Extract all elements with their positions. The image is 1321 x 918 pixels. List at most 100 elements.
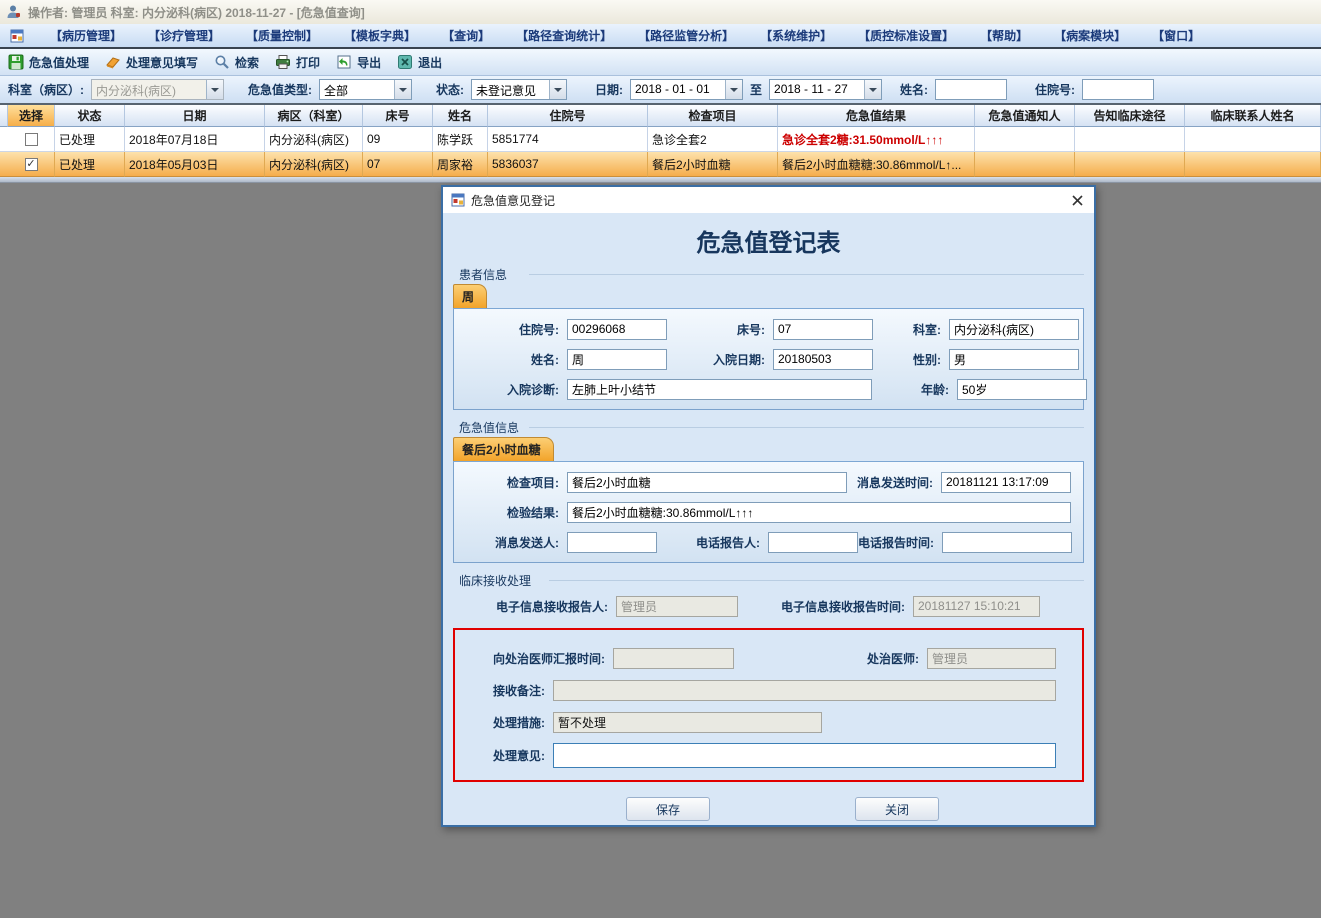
toolbar-label: 处理意见填写 xyxy=(126,55,199,70)
menu-item-case-module[interactable]: 【病案模块】 xyxy=(1054,27,1126,44)
bed-no-field[interactable] xyxy=(773,318,873,340)
age-label: 年龄: xyxy=(921,382,949,397)
report-to-doctor-time-label: 向处治医师汇报时间: xyxy=(493,651,605,666)
dialog-titlebar: 危急值意见登记 xyxy=(443,187,1094,213)
exam-item-field[interactable] xyxy=(567,471,847,493)
date-from-picker[interactable]: 2018 - 01 - 01 xyxy=(630,79,743,100)
close-button[interactable]: 关闭 xyxy=(855,797,939,821)
cell-status: 已处理 xyxy=(55,152,125,177)
row-checkbox-cell[interactable]: ✓ xyxy=(8,152,55,177)
tab-critical-exam[interactable]: 餐后2小时血糖 xyxy=(453,437,554,461)
age-field[interactable] xyxy=(957,378,1087,400)
cell-notify-person xyxy=(975,127,1075,152)
test-result-field[interactable] xyxy=(567,501,1071,523)
bed-no-label: 床号: xyxy=(737,322,765,337)
phone-time-field[interactable] xyxy=(942,531,1072,553)
critical-value-process-button[interactable]: 危急值处理 xyxy=(8,54,89,71)
phone-time-label: 电话报告时间: xyxy=(858,535,934,550)
cell-name: 陈学跃 xyxy=(433,127,488,152)
fill-opinion-button[interactable]: 处理意见填写 xyxy=(105,54,198,71)
column-header-notify-person[interactable]: 危急值通知人 xyxy=(975,105,1075,127)
cell-admission-no: 5836037 xyxy=(488,152,648,177)
cell-date: 2018年07月18日 xyxy=(125,127,265,152)
column-header-name[interactable]: 姓名 xyxy=(433,105,488,127)
checkbox[interactable] xyxy=(24,132,38,146)
dept-field[interactable] xyxy=(949,318,1079,340)
window-title: 操作者: 管理员 科室: 内分泌科(病区) 2018-11-27 - [危急值查… xyxy=(28,5,365,20)
filter-bar: 科室（病区）: 内分泌科(病区) 危急值类型: 全部 状态: 未登记意见 日期:… xyxy=(0,76,1321,105)
column-header-admission-no[interactable]: 住院号 xyxy=(488,105,648,127)
handle-opinion-field[interactable] xyxy=(553,742,1056,768)
eraser-icon xyxy=(106,57,120,69)
gender-field[interactable] xyxy=(949,348,1079,370)
date-to-label: 至 xyxy=(750,83,763,97)
phone-reporter-label: 电话报告人: xyxy=(696,535,760,550)
column-header-status[interactable]: 状态 xyxy=(55,105,125,127)
export-icon xyxy=(337,55,351,69)
e-receive-time-field xyxy=(913,595,1040,617)
msg-time-label: 消息发送时间: xyxy=(857,475,933,490)
admission-filter-label: 住院号: xyxy=(1035,83,1076,97)
toolbar-label: 导出 xyxy=(357,55,382,70)
dialog-body: 危急值登记表 患者信息 周 住院号: 床号: 科室: 姓名: 入院日期: xyxy=(443,213,1094,825)
diagnosis-field[interactable] xyxy=(567,378,872,400)
export-button[interactable]: 导出 xyxy=(336,54,381,71)
menu-item-query[interactable]: 【查询】 xyxy=(442,27,490,44)
column-header-select[interactable]: 选择 xyxy=(8,105,55,127)
column-header-ward[interactable]: 病区（科室） xyxy=(265,105,363,127)
phone-reporter-field[interactable] xyxy=(768,531,858,553)
chevron-down-icon[interactable] xyxy=(394,80,411,99)
cell-bed: 07 xyxy=(363,152,433,177)
column-header-date[interactable]: 日期 xyxy=(125,105,265,127)
menu-item-system-maintenance[interactable]: 【系统维护】 xyxy=(760,27,832,44)
name-filter-label: 姓名: xyxy=(900,83,929,97)
printer-icon xyxy=(276,55,291,69)
row-selector-strip xyxy=(0,105,8,127)
menu-item-path-query-stats[interactable]: 【路径查询统计】 xyxy=(516,27,612,44)
column-header-notify-channel[interactable]: 告知临床途径 xyxy=(1075,105,1185,127)
admission-no-label: 住院号: xyxy=(519,322,559,337)
admission-filter-input[interactable] xyxy=(1082,79,1155,100)
cell-notify-channel xyxy=(1075,127,1185,152)
dept-filter-combobox: 内分泌科(病区) xyxy=(91,79,224,100)
cell-result: 餐后2小时血糖糖:30.86mmol/L↑... xyxy=(778,152,975,177)
admission-no-field[interactable] xyxy=(567,318,667,340)
close-icon[interactable] xyxy=(1068,191,1086,209)
patient-name-field[interactable] xyxy=(567,348,667,370)
chevron-down-icon[interactable] xyxy=(549,80,566,99)
date-to-picker[interactable]: 2018 - 11 - 27 xyxy=(769,79,883,100)
menu-item-qc-standard[interactable]: 【质控标准设置】 xyxy=(858,27,954,44)
dept-filter-value: 内分泌科(病区) xyxy=(96,84,176,98)
critical-tabstrip: 餐后2小时血糖 xyxy=(453,437,1084,462)
menu-item-window[interactable]: 【窗口】 xyxy=(1152,27,1200,44)
save-button[interactable]: 保存 xyxy=(626,797,710,821)
menu-item-template-dict[interactable]: 【模板字典】 xyxy=(344,27,416,44)
column-header-exam[interactable]: 检查项目 xyxy=(648,105,778,127)
row-checkbox-cell[interactable] xyxy=(8,127,55,152)
msg-time-field[interactable] xyxy=(941,471,1071,493)
column-header-result[interactable]: 危急值结果 xyxy=(778,105,975,127)
tab-patient[interactable]: 周 xyxy=(453,284,488,308)
toolbar: 危急值处理 处理意见填写 检索 打印 导出 退出 xyxy=(0,49,1321,76)
menu-item-quality-control[interactable]: 【质量控制】 xyxy=(246,27,318,44)
patient-tabstrip: 周 xyxy=(453,284,1084,309)
treating-doctor-label: 处治医师: xyxy=(867,651,919,666)
column-header-bed[interactable]: 床号 xyxy=(363,105,433,127)
msg-sender-field[interactable] xyxy=(567,531,657,553)
menu-item-help[interactable]: 【帮助】 xyxy=(980,27,1028,44)
checkbox[interactable]: ✓ xyxy=(24,157,38,171)
type-filter-combobox[interactable]: 全部 xyxy=(319,79,412,100)
print-button[interactable]: 打印 xyxy=(275,54,320,71)
chevron-down-icon[interactable] xyxy=(725,80,742,99)
menu-item-medical-records[interactable]: 【病历管理】 xyxy=(50,27,122,44)
column-header-contact-name[interactable]: 临床联系人姓名 xyxy=(1185,105,1321,127)
chevron-down-icon[interactable] xyxy=(864,80,882,99)
status-filter-combobox[interactable]: 未登记意见 xyxy=(471,79,567,100)
menu-item-path-monitor[interactable]: 【路径监管分析】 xyxy=(638,27,734,44)
search-button[interactable]: 检索 xyxy=(214,54,259,71)
name-filter-input[interactable] xyxy=(935,79,1008,100)
toolbar-label: 危急值处理 xyxy=(29,55,90,70)
admit-date-field[interactable] xyxy=(773,348,873,370)
exit-button[interactable]: 退出 xyxy=(397,54,442,71)
menu-item-diagnosis-mgmt[interactable]: 【诊疗管理】 xyxy=(148,27,220,44)
